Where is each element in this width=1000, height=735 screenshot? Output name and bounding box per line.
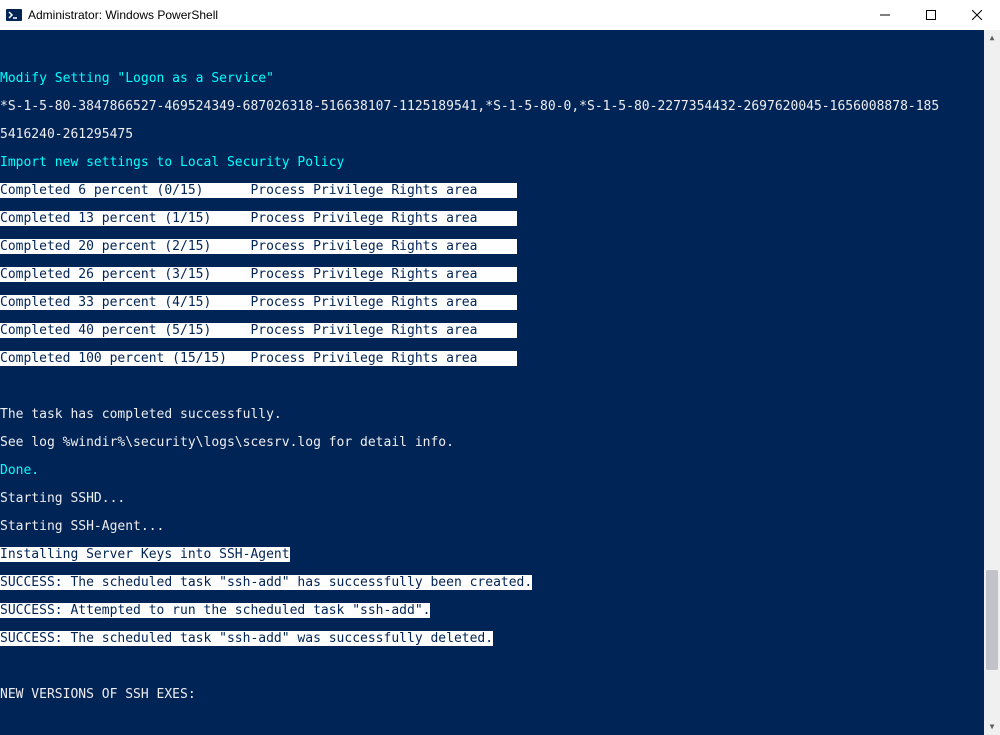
scroll-down-icon[interactable]: ▼: [984, 719, 1000, 735]
close-button[interactable]: [954, 0, 1000, 30]
output-line: Completed 6 percent (0/15) Process Privi…: [0, 183, 517, 198]
output-line: Completed 100 percent (15/15) Process Pr…: [0, 351, 517, 366]
output-line: Completed 33 percent (4/15) Process Priv…: [0, 295, 517, 310]
output-line: See log %windir%\security\logs\scesrv.lo…: [0, 436, 1000, 450]
output-line: SUCCESS: Attempted to run the scheduled …: [0, 603, 430, 618]
scroll-up-icon[interactable]: ▲: [984, 30, 1000, 46]
output-line: Starting SSH-Agent...: [0, 520, 1000, 534]
output-line: 5416240-261295475: [0, 128, 1000, 142]
maximize-button[interactable]: [908, 0, 954, 30]
output-line: Installing Server Keys into SSH-Agent: [0, 547, 290, 562]
output-line: Completed 40 percent (5/15) Process Priv…: [0, 323, 517, 338]
output-line: Import new settings to Local Security Po…: [0, 155, 344, 170]
output-line: SUCCESS: The scheduled task "ssh-add" ha…: [0, 575, 532, 590]
output-line: Completed 13 percent (1/15) Process Priv…: [0, 211, 517, 226]
output-line: Starting SSHD...: [0, 492, 1000, 506]
terminal-area[interactable]: Modify Setting "Logon as a Service" *S-1…: [0, 30, 1000, 735]
output-line: [0, 380, 1000, 394]
output-line: Done.: [0, 463, 39, 478]
window[interactable]: Administrator: Windows PowerShell Modify…: [0, 0, 1000, 735]
output-line: SUCCESS: The scheduled task "ssh-add" wa…: [0, 631, 493, 646]
scroll-thumb[interactable]: [986, 570, 998, 670]
output-line: Modify Setting "Logon as a Service": [0, 71, 274, 86]
output-line: [0, 716, 1000, 730]
output-line: NEW VERSIONS OF SSH EXES:: [0, 688, 1000, 702]
terminal-content: Modify Setting "Logon as a Service" *S-1…: [0, 58, 1000, 735]
titlebar[interactable]: Administrator: Windows PowerShell: [0, 0, 1000, 30]
output-line: Completed 20 percent (2/15) Process Priv…: [0, 239, 517, 254]
output-line: [0, 660, 1000, 674]
output-line: Completed 26 percent (3/15) Process Priv…: [0, 267, 517, 282]
minimize-button[interactable]: [862, 0, 908, 30]
vertical-scrollbar[interactable]: ▲ ▼: [984, 30, 1000, 735]
output-line: *S-1-5-80-3847866527-469524349-687026318…: [0, 100, 1000, 114]
output-line: The task has completed successfully.: [0, 408, 1000, 422]
window-title: Administrator: Windows PowerShell: [28, 8, 218, 22]
powershell-icon: [6, 7, 22, 23]
